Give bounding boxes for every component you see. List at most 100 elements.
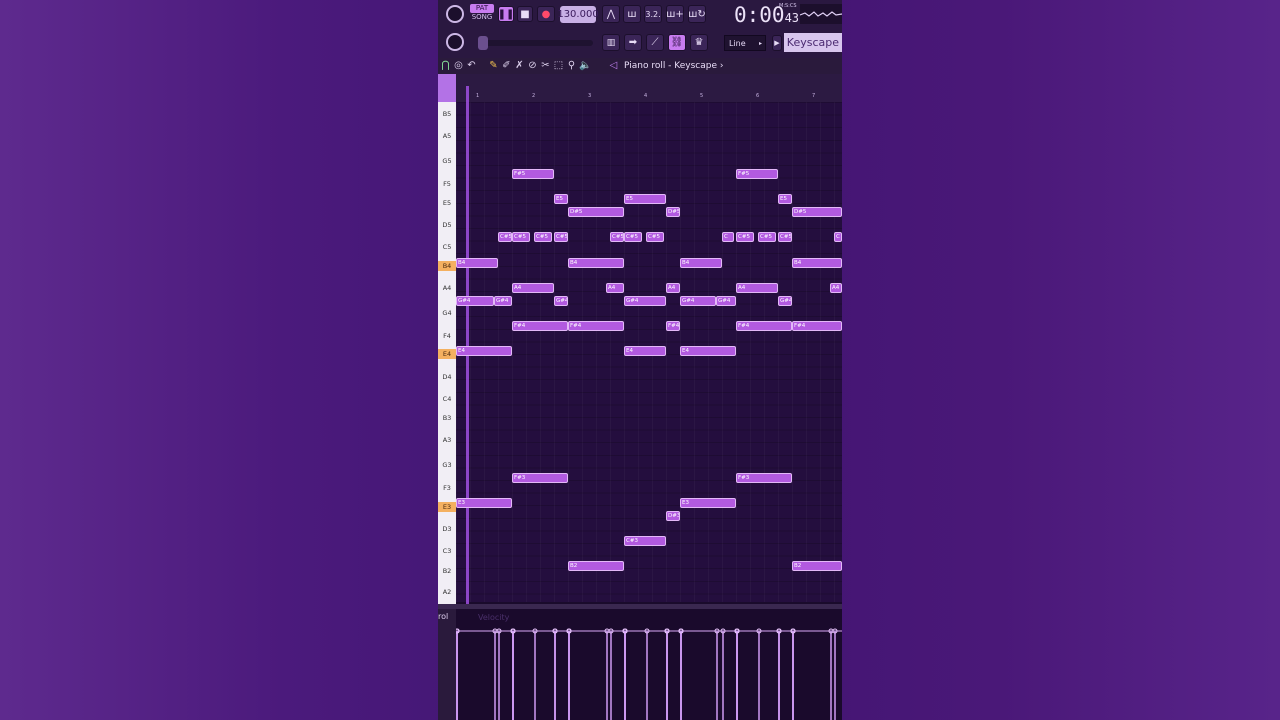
stop-button[interactable]: ■ <box>517 6 533 22</box>
note[interactable]: C#5 <box>554 232 568 242</box>
note[interactable]: E3 <box>456 498 512 508</box>
brush-icon[interactable]: ⟋ <box>646 34 664 51</box>
channel-arrow-icon[interactable]: ▶ <box>772 35 782 51</box>
note[interactable]: G#4 <box>624 296 666 306</box>
link-icon[interactable]: ⛓ <box>668 34 686 51</box>
key-label[interactable]: A5 <box>438 131 456 141</box>
note[interactable]: C#5 <box>646 232 664 242</box>
note[interactable]: G#4 <box>778 296 792 306</box>
key-label[interactable]: E5 <box>438 198 456 208</box>
note[interactable]: E3 <box>680 498 736 508</box>
note[interactable]: E4 <box>624 346 666 356</box>
zoom-icon[interactable]: ⚲ <box>566 59 577 73</box>
master-pitch-knob[interactable] <box>446 33 464 51</box>
note[interactable]: E5 <box>624 194 666 204</box>
loop-record-icon[interactable]: ш↻ <box>688 5 706 23</box>
note[interactable]: C#5 <box>498 232 512 242</box>
velocity-lane[interactable]: Velocity <box>454 609 842 720</box>
pat-song-toggle[interactable]: PAT SONG <box>470 4 494 24</box>
note[interactable]: C#5 <box>736 232 754 242</box>
note[interactable]: C#3 <box>624 536 666 546</box>
key-label[interactable]: B2 <box>438 566 456 576</box>
note[interactable]: A4 <box>830 283 842 293</box>
key-label[interactable]: A2 <box>438 587 456 597</box>
key-label[interactable]: B5 <box>438 109 456 119</box>
note[interactable]: A4 <box>512 283 554 293</box>
snap-selector[interactable]: Line ▸ <box>724 35 766 51</box>
note[interactable]: C <box>722 232 734 242</box>
play-pause-button[interactable]: ❚❚ <box>498 6 514 22</box>
note[interactable]: F#4 <box>568 321 624 331</box>
note[interactable]: G#4 <box>716 296 736 306</box>
piano-keyboard[interactable]: B5 A5 G5 F5 E5 D5 C5 B4 A4 G4 F4 E4 D4 C4 B3 A3 G3 F3 E3 D3… <box>438 74 456 604</box>
key-label[interactable]: F4 <box>438 331 456 341</box>
eraser-icon[interactable]: ✗ <box>514 59 525 73</box>
record-button[interactable]: ● <box>537 6 555 22</box>
key-label[interactable]: B3 <box>438 413 456 423</box>
speaker-icon[interactable]: 🔈 <box>579 59 591 73</box>
key-label[interactable]: G4 <box>438 308 456 318</box>
key-label[interactable]: E4 <box>438 349 456 359</box>
note[interactable]: C#5 <box>624 232 642 242</box>
piano-roll-title[interactable]: Piano roll - Keyscape › <box>624 59 723 73</box>
note[interactable]: C#5 <box>778 232 792 242</box>
note[interactable]: E5 <box>554 194 568 204</box>
note[interactable]: C#5 <box>512 232 530 242</box>
paint-icon[interactable]: ✐ <box>501 59 512 73</box>
note[interactable]: B4 <box>568 258 624 268</box>
target-icon[interactable]: ◎ <box>453 59 464 73</box>
undo-icon[interactable]: ↶ <box>466 59 477 73</box>
step-edit-icon[interactable]: ш <box>623 5 641 23</box>
note[interactable]: B2 <box>568 561 624 571</box>
note[interactable]: C#5 <box>758 232 776 242</box>
note[interactable]: F#4 <box>792 321 842 331</box>
note[interactable]: D#5 <box>568 207 624 217</box>
note[interactable]: B4 <box>792 258 842 268</box>
note[interactable]: C <box>834 232 842 242</box>
tempo-display[interactable]: 130.000 <box>557 6 599 23</box>
key-label[interactable]: F5 <box>438 179 456 189</box>
note[interactable]: F#5 <box>736 169 778 179</box>
key-label[interactable]: B4 <box>438 261 456 271</box>
note[interactable]: G#4 <box>494 296 512 306</box>
note[interactable]: E4 <box>456 346 512 356</box>
select-icon[interactable]: ⬚ <box>553 59 564 73</box>
note[interactable]: D#5 <box>792 207 842 217</box>
key-label[interactable]: C3 <box>438 546 456 556</box>
key-label[interactable]: C5 <box>438 242 456 252</box>
arrow-icon[interactable]: ➡ <box>624 34 642 51</box>
key-label[interactable]: C4 <box>438 394 456 404</box>
note[interactable]: E4 <box>680 346 736 356</box>
key-label[interactable]: E3 <box>438 502 456 512</box>
note[interactable]: C#5 <box>534 232 552 242</box>
pencil-icon[interactable]: ✎ <box>488 59 499 73</box>
note[interactable]: A4 <box>666 283 680 293</box>
key-label[interactable]: A4 <box>438 283 456 293</box>
countdown-icon[interactable]: 3.2. <box>644 5 662 23</box>
note[interactable]: F#3 <box>736 473 792 483</box>
note[interactable]: F#4 <box>512 321 568 331</box>
magnet-icon[interactable]: ⋂ <box>440 59 451 73</box>
note[interactable]: F#4 <box>666 321 680 331</box>
key-label[interactable]: A3 <box>438 435 456 445</box>
note[interactable]: G#4 <box>554 296 568 306</box>
note[interactable]: A4 <box>736 283 778 293</box>
note[interactable]: E5 <box>778 194 792 204</box>
slice-icon[interactable]: ✂ <box>540 59 551 73</box>
master-slider[interactable] <box>478 40 593 46</box>
metronome-icon[interactable]: ⋀ <box>602 5 620 23</box>
key-label[interactable]: G5 <box>438 156 456 166</box>
note[interactable]: G#4 <box>456 296 494 306</box>
note[interactable]: F#3 <box>512 473 568 483</box>
note[interactable]: D#3 <box>666 511 680 521</box>
mute-icon[interactable]: ⊘ <box>527 59 538 73</box>
note[interactable]: B4 <box>680 258 722 268</box>
timeline-ruler[interactable]: 1 2 3 4 5 6 7 <box>456 74 842 102</box>
note[interactable]: B2 <box>792 561 842 571</box>
note[interactable]: B4 <box>456 258 498 268</box>
channel-selector[interactable]: Keyscape <box>784 33 842 52</box>
note[interactable]: C#5 <box>610 232 624 242</box>
key-label[interactable]: D4 <box>438 372 456 382</box>
key-label[interactable]: D3 <box>438 524 456 534</box>
key-label[interactable]: G3 <box>438 460 456 470</box>
